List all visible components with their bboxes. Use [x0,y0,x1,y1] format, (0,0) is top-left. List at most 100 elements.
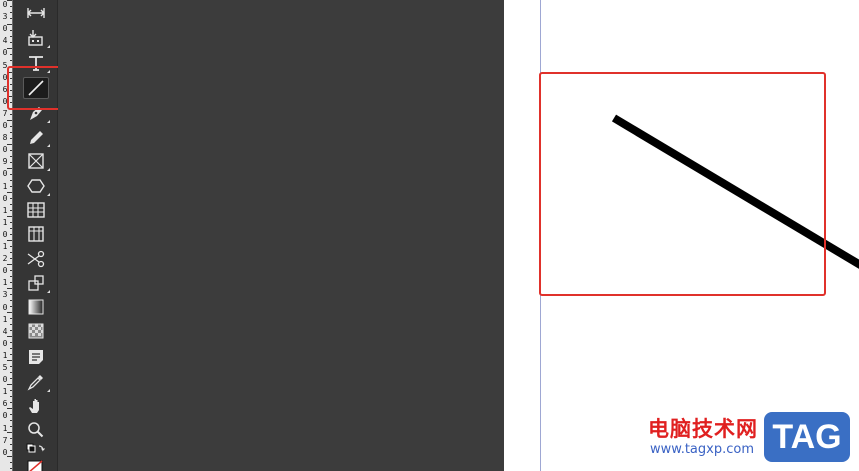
ruler-tick [10,318,12,319]
column-grid-icon [28,226,44,242]
ruler-digit: 3 [2,290,8,300]
ruler-digit: 0 [2,0,8,9]
ruler-digit: 7 [2,108,8,118]
ruler-digit: 0 [2,229,8,239]
rectangle-frame-icon [28,153,44,169]
ruler-tick [10,270,12,271]
ruler-digit: 7 [2,435,8,445]
ruler-tick [10,132,12,133]
ruler-digit: 0 [2,375,8,385]
eyedropper-icon [27,375,43,391]
ruler-tick [10,228,12,229]
ruler-tick [10,18,12,19]
zoom-tool[interactable] [23,419,49,441]
ruler-digit: 1 [2,217,8,227]
ruler-digit: 0 [2,302,8,312]
default-fill-stroke-icon [26,443,45,453]
ruler-tick [10,366,12,367]
ruler-tick [10,252,12,253]
ruler-tick [10,438,12,439]
ruler-tick [10,246,12,247]
ruler-tick [7,456,12,457]
fill-stroke-swatches[interactable] [23,443,49,457]
watermark-tag-logo: TAG [764,412,850,462]
ruler-digit: 0 [2,266,8,276]
ruler-tick [10,150,12,151]
note-tool[interactable] [23,346,49,368]
ruler-tick [10,390,12,391]
hand-tool[interactable] [23,395,49,417]
ruler-digit: 8 [2,133,8,143]
ruler-digit: 0 [2,48,8,58]
ruler-tick [10,300,12,301]
ruler-tick [10,60,12,61]
ruler-digit: 1 [2,205,8,215]
ruler-digit: 4 [2,36,8,46]
ruler-tick [10,54,12,55]
ruler-tick [7,240,12,241]
ruler-digit: 5 [2,363,8,372]
ruler-tick [10,186,12,187]
ruler-digit: 1 [2,350,8,360]
watermark-site-name: 电脑技术网 [648,417,758,441]
gap-tool[interactable] [23,2,49,24]
ruler-tick [10,198,12,199]
ruler-tick [10,126,12,127]
gradient-feather-icon [28,323,44,339]
ruler-tick [7,168,12,169]
pasteboard[interactable] [58,0,504,471]
zoom-icon [28,422,44,438]
ruler-tick [10,42,12,43]
column-grid-tool[interactable] [23,223,49,245]
rectangle-frame-tool[interactable] [23,150,50,172]
ruler-digit: 0 [2,193,8,203]
ruler-digit: 0 [2,145,8,155]
eyedropper-tool[interactable] [23,371,50,393]
ruler-tick [10,462,12,463]
ruler-tick [10,372,12,373]
hand-icon [29,399,39,413]
watermark-url: www.tagxp.com [650,442,754,457]
ruler-digit: 2 [2,254,8,264]
ruler-tick [10,234,12,235]
watermark-tag-text: TAG [772,417,842,456]
gradient-feather-tool[interactable] [23,320,49,342]
ruler-tick [10,414,12,415]
ruler-tick [7,336,12,337]
ruler-tick [10,348,12,349]
ruler-tick [10,204,12,205]
ruler-tick [10,36,12,37]
content-collector-tool[interactable] [23,27,50,49]
pencil-tool[interactable] [23,126,50,148]
ruler-tick [10,420,12,421]
ruler-digit: 1 [2,314,8,324]
ruler-tick [10,138,12,139]
polygon-icon [27,179,45,193]
gradient-swatch-tool[interactable] [23,296,49,318]
scissors-tool[interactable] [23,248,49,270]
ruler-tick [10,378,12,379]
table-icon [27,202,45,218]
ruler-tick [10,210,12,211]
stroke-color-swatch[interactable] [23,460,49,471]
ruler-tick [10,468,12,469]
ruler-tick [10,426,12,427]
ruler-tick [7,120,12,121]
ruler-tick [10,294,12,295]
ruler-tick [10,180,12,181]
ruler-digit: 1 [2,242,8,251]
ruler-digit: 0 [2,24,8,34]
polygon-tool[interactable] [23,175,50,197]
drawn-line-highlight [539,72,826,296]
ruler-tick [10,354,12,355]
ruler-tick [10,330,12,331]
free-transform-tool[interactable] [23,272,50,294]
ruler-tick [10,306,12,307]
ruler-tick [7,216,12,217]
ruler-tick [10,282,12,283]
ruler-tick [10,162,12,163]
table-tool[interactable] [23,199,49,221]
ruler-digit: 0 [2,169,8,179]
gradient-icon [28,299,44,315]
ruler-tick [7,192,12,193]
